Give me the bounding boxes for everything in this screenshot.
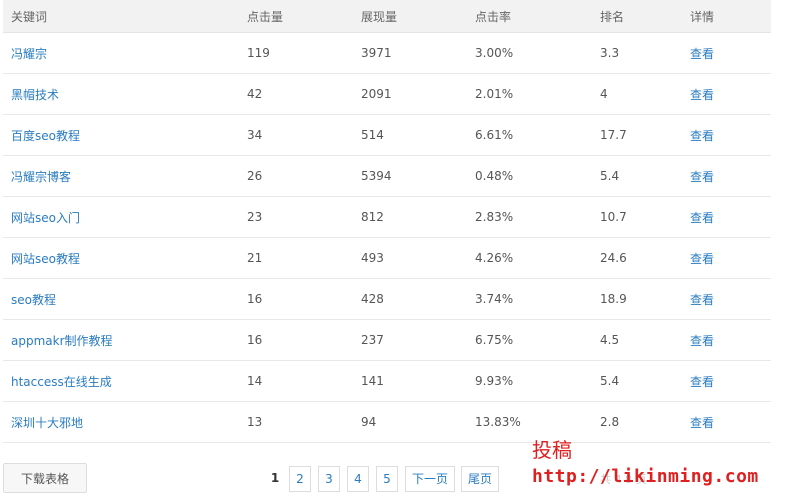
rank-cell: 24.6 [592,237,682,279]
view-detail-link[interactable]: 查看 [690,334,714,348]
keyword-link[interactable]: 网站seo入门 [11,211,80,225]
view-detail-link[interactable]: 查看 [690,211,714,225]
view-detail-link[interactable]: 查看 [690,252,714,266]
clicks-cell: 16 [239,319,353,361]
rank-cell: 2.8 [592,401,682,443]
clicks-cell: 14 [239,360,353,402]
view-detail-link[interactable]: 查看 [690,293,714,307]
keyword-link[interactable]: 冯耀宗博客 [11,170,71,184]
keyword-link[interactable]: 网站seo教程 [11,252,80,266]
keyword-link[interactable]: 深圳十大邪地 [11,416,83,430]
ctr-cell: 9.93% [467,360,592,402]
rank-cell: 4 [592,73,682,115]
clicks-cell: 16 [239,278,353,320]
impressions-cell: 94 [353,401,467,443]
table-header-row: 关键词 点击量 展现量 点击率 排名 详情 [3,0,771,33]
column-header-ctr[interactable]: 点击率 [467,0,592,33]
table-row: appmakr制作教程 16 237 6.75% 4.5 查看 [3,319,771,361]
ctr-cell: 2.83% [467,196,592,238]
table-row: seo教程 16 428 3.74% 18.9 查看 [3,278,771,320]
ctr-cell: 2.01% [467,73,592,115]
ctr-cell: 3.74% [467,278,592,320]
page-1-current: 1 [265,466,285,490]
rank-cell: 10.7 [592,196,682,238]
table-row: 冯耀宗博客 26 5394 0.48% 5.4 查看 [3,155,771,197]
keyword-link[interactable]: htaccess在线生成 [11,375,112,389]
download-table-button[interactable]: 下载表格 [3,463,87,493]
ctr-cell: 6.61% [467,114,592,156]
table-row: 网站seo入门 23 812 2.83% 10.7 查看 [3,196,771,238]
clicks-cell: 119 [239,32,353,74]
page-2-link[interactable]: 2 [289,466,311,492]
column-header-rank[interactable]: 排名 [592,0,682,33]
impressions-cell: 141 [353,360,467,402]
ctr-cell: 4.26% [467,237,592,279]
ctr-cell: 13.83% [467,401,592,443]
impressions-cell: 237 [353,319,467,361]
view-detail-link[interactable]: 查看 [690,88,714,102]
table-row: 黑帽技术 42 2091 2.01% 4 查看 [3,73,771,115]
table-row: htaccess在线生成 14 141 9.93% 5.4 查看 [3,360,771,402]
impressions-cell: 2091 [353,73,467,115]
table-row: 百度seo教程 34 514 6.61% 17.7 查看 [3,114,771,156]
keyword-link[interactable]: seo教程 [11,293,56,307]
clicks-cell: 13 [239,401,353,443]
clicks-cell: 34 [239,114,353,156]
clicks-cell: 21 [239,237,353,279]
clicks-cell: 42 [239,73,353,115]
rank-cell: 5.4 [592,155,682,197]
view-detail-link[interactable]: 查看 [690,47,714,61]
rank-cell: 4.5 [592,319,682,361]
impressions-cell: 493 [353,237,467,279]
view-detail-link[interactable]: 查看 [690,375,714,389]
keyword-table: 关键词 点击量 展现量 点击率 排名 详情 冯耀宗 119 3971 3.00%… [3,0,771,443]
last-page-link[interactable]: 尾页 [461,466,499,492]
page-4-link[interactable]: 4 [347,466,369,492]
table-row: 网站seo教程 21 493 4.26% 24.6 查看 [3,237,771,279]
view-detail-link[interactable]: 查看 [690,416,714,430]
rank-cell: 18.9 [592,278,682,320]
keyword-link[interactable]: 冯耀宗 [11,47,47,61]
ctr-cell: 0.48% [467,155,592,197]
rank-cell: 3.3 [592,32,682,74]
ctr-cell: 6.75% [467,319,592,361]
column-header-impressions[interactable]: 展现量 [353,0,467,33]
table-row: 冯耀宗 119 3971 3.00% 3.3 查看 [3,32,771,74]
watermark-title: 投稿 [532,438,572,462]
keyword-link[interactable]: appmakr制作教程 [11,334,113,348]
table-row: 深圳十大邪地 13 94 13.83% 2.8 查看 [3,401,771,443]
view-detail-link[interactable]: 查看 [690,170,714,184]
keyword-link[interactable]: 百度seo教程 [11,129,80,143]
watermark-url: http://likinming.com [532,466,759,487]
rank-cell: 17.7 [592,114,682,156]
impressions-cell: 514 [353,114,467,156]
impressions-cell: 428 [353,278,467,320]
view-detail-link[interactable]: 查看 [690,129,714,143]
next-page-link[interactable]: 下一页 [405,466,455,492]
column-header-keyword[interactable]: 关键词 [3,0,239,33]
impressions-cell: 5394 [353,155,467,197]
clicks-cell: 26 [239,155,353,197]
clicks-cell: 23 [239,196,353,238]
page-3-link[interactable]: 3 [318,466,340,492]
column-header-clicks[interactable]: 点击量 [239,0,353,33]
column-header-detail: 详情 [682,0,771,33]
impressions-cell: 812 [353,196,467,238]
rank-cell: 5.4 [592,360,682,402]
page-5-link[interactable]: 5 [376,466,398,492]
keyword-link[interactable]: 黑帽技术 [11,88,59,102]
ctr-cell: 3.00% [467,32,592,74]
impressions-cell: 3971 [353,32,467,74]
